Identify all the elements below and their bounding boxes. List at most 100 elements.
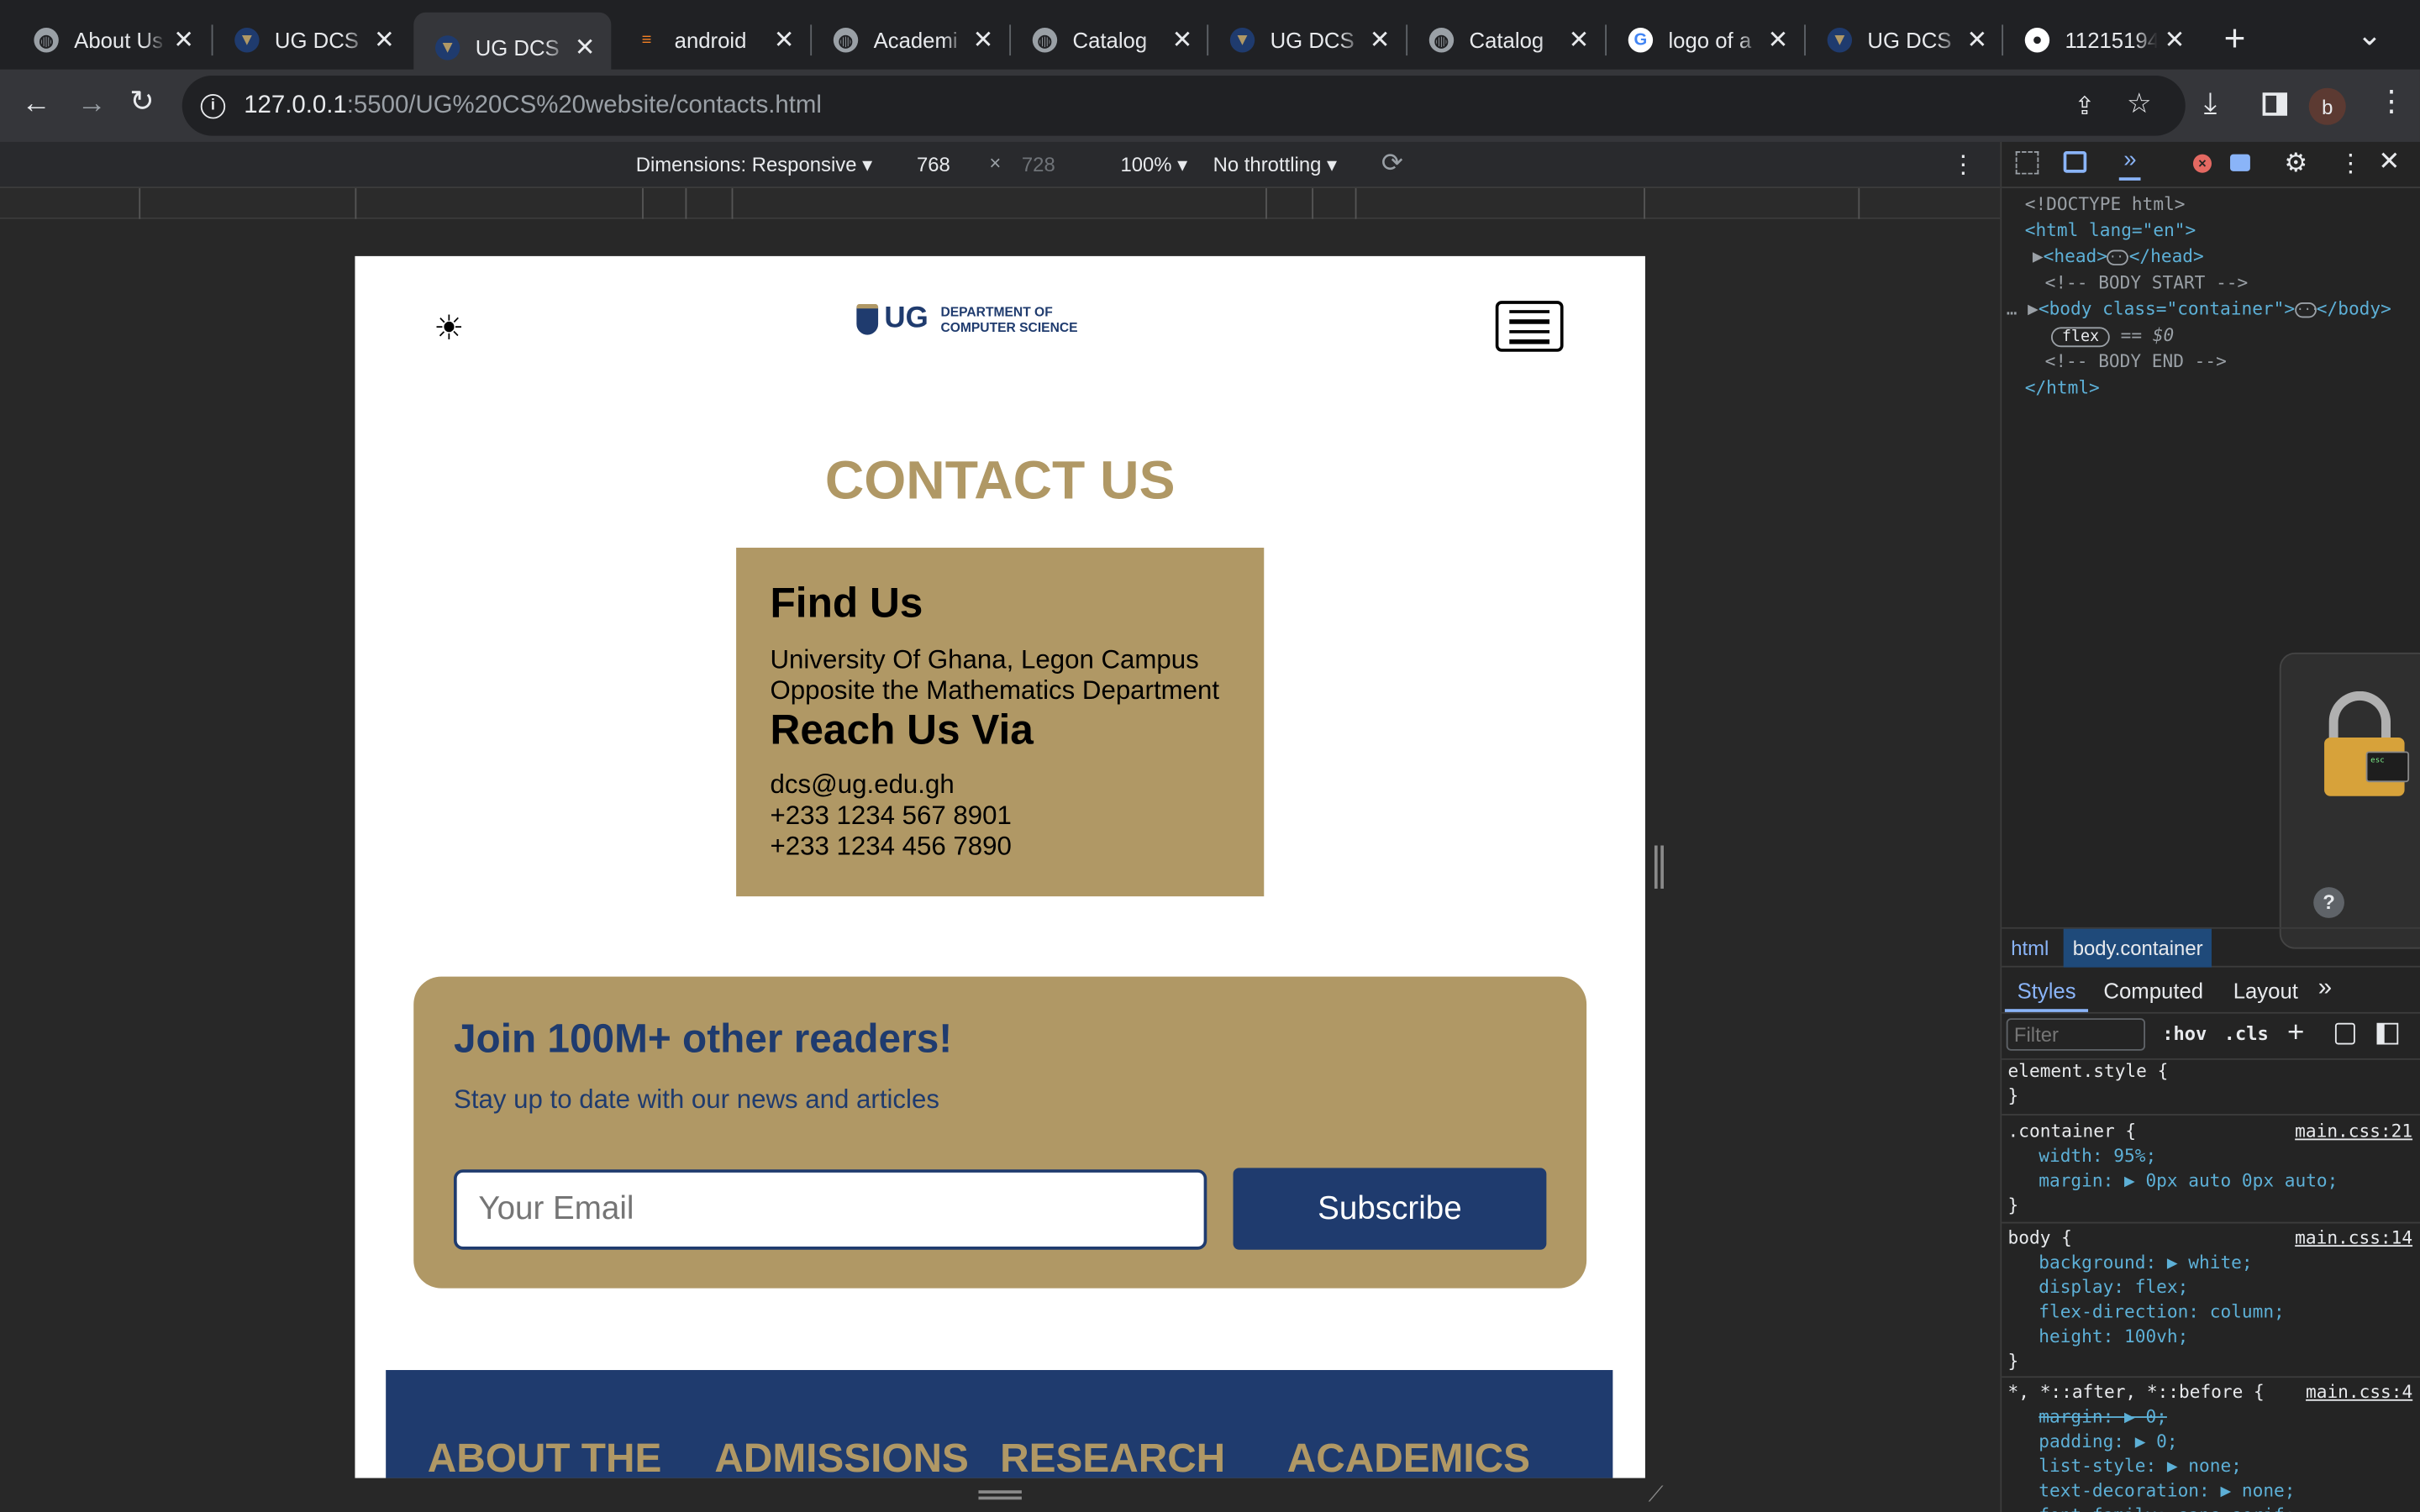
tab-close-icon[interactable]: ✕ [1562, 24, 1596, 55]
decl-body-flex-direction[interactable]: flex-direction: column; [2039, 1300, 2284, 1322]
hov-toggle[interactable]: :hov [2162, 1023, 2207, 1045]
new-rule-icon[interactable]: + [2287, 1016, 2304, 1050]
dom-head-node[interactable]: ▶<head> ···</head> [2033, 245, 2204, 267]
share-icon[interactable]: ⇪ [2075, 91, 2096, 122]
site-info-icon[interactable]: i [200, 93, 226, 118]
bookmark-star-icon[interactable]: ☆ [2127, 88, 2152, 121]
device-toggle-icon[interactable] [2063, 150, 2087, 173]
newsletter-email-input[interactable] [453, 1169, 1207, 1250]
tab-close-icon[interactable]: ✕ [1363, 24, 1397, 55]
contact-phone-2[interactable]: +233 1234 456 7890 [771, 832, 1012, 863]
viewport-resize-handle-bottom[interactable] [978, 1490, 1022, 1500]
decl-universal-font-family[interactable]: font-family: sans-serif; [2039, 1504, 2295, 1512]
theme-toggle-icon[interactable]: ☀ [434, 308, 464, 349]
decl-universal-margin[interactable]: margin: ▶ 0; [2039, 1405, 2167, 1427]
breadcrumb-body[interactable]: body.container [2063, 928, 2212, 968]
side-panel-icon[interactable] [2262, 92, 2287, 116]
browser-tab[interactable]: ◍ About Us ✕ [13, 13, 210, 68]
viewport-resize-handle-right[interactable] [1654, 845, 1664, 889]
tab-search-icon[interactable]: ⌄ [2357, 15, 2383, 54]
rule-element-style[interactable]: element.style { [2008, 1060, 2169, 1082]
decl-universal-text-decoration[interactable]: text-decoration: ▶ none; [2039, 1479, 2295, 1501]
tab-close-icon[interactable]: ✕ [166, 24, 200, 55]
dimensions-dropdown[interactable]: Dimensions: Responsive ▾ [636, 153, 872, 177]
address-bar[interactable]: i 127.0.0.1:5500/UG%20CS%20website/conta… [182, 75, 2186, 136]
rule-body-selector[interactable]: body { [2008, 1226, 2072, 1248]
decl-body-display[interactable]: display: flex; [2039, 1276, 2188, 1298]
rule-universal-source[interactable]: main.css:4 [2306, 1381, 2412, 1403]
tab-styles[interactable]: Styles [2004, 968, 2089, 1012]
browser-tab[interactable]: ◍ Catalog ✕ [1407, 13, 1605, 68]
decl-universal-list-style[interactable]: list-style: ▶ none; [2039, 1455, 2242, 1477]
tab-computed[interactable]: Computed [2103, 978, 2203, 1002]
toggle-sidebar-icon[interactable] [2376, 1022, 2399, 1045]
device-more-icon[interactable]: ⋮ [1951, 150, 1975, 181]
menu-dots-icon[interactable]: ⋮ [2377, 88, 2407, 118]
download-icon[interactable]: ⤓ [2204, 90, 2217, 119]
width-input[interactable]: 768 [917, 153, 950, 176]
more-tabs-icon[interactable]: » [2318, 975, 2332, 1003]
height-input[interactable]: 728 [1022, 153, 1055, 176]
profile-avatar[interactable]: b [2308, 87, 2346, 125]
rule-container-selector[interactable]: .container { [2008, 1120, 2137, 1142]
messages-icon[interactable] [2230, 154, 2250, 171]
browser-tab[interactable]: ◍ Academi ✕ [812, 13, 1009, 68]
tab-close-icon[interactable]: ✕ [966, 24, 1000, 55]
throttling-dropdown[interactable]: No throttling ▾ [1213, 153, 1337, 177]
tab-close-icon[interactable]: ✕ [1960, 24, 1994, 55]
subscribe-button[interactable]: Subscribe [1233, 1168, 1547, 1250]
footer-link-academics[interactable]: ACADEMICS [1287, 1435, 1530, 1478]
footer-link-admissions[interactable]: ADMISSIONS [714, 1435, 968, 1478]
dom-body-node[interactable]: … ▶<body class="container"> ···</body> [2007, 297, 2391, 319]
viewport-resize-corner-icon[interactable]: ⟋ [1649, 1481, 1664, 1507]
browser-tab[interactable]: ▼ UG DCS ✕ [1208, 13, 1406, 68]
help-icon[interactable]: ? [2313, 887, 2344, 918]
errors-icon[interactable]: × [2192, 154, 2212, 173]
inspect-element-icon[interactable] [2015, 150, 2039, 175]
dom-html-open[interactable]: <html lang="en"> [2025, 219, 2196, 241]
tab-close-icon[interactable]: ✕ [2158, 24, 2191, 55]
more-panels-icon[interactable]: » [2118, 146, 2142, 181]
cls-toggle[interactable]: .cls [2224, 1023, 2269, 1045]
breadcrumb-html[interactable]: html [2011, 937, 2049, 960]
tab-close-icon[interactable]: ✕ [1761, 24, 1795, 55]
tab-separator [810, 24, 813, 56]
close-devtools-icon[interactable]: ✕ [2378, 146, 2400, 177]
rotate-icon[interactable]: ⟳ [1381, 148, 1403, 179]
tab-layout[interactable]: Layout [2233, 978, 2298, 1002]
browser-tab[interactable]: ▼ UG DCS ✕ [213, 13, 410, 68]
back-icon[interactable]: ← [22, 90, 51, 119]
decl-container-width[interactable]: width: 95%; [2039, 1145, 2156, 1167]
browser-tab[interactable]: Glogo of a ✕ [1607, 13, 1804, 68]
browser-tab[interactable]: ● 11215194 ✕ [2003, 13, 2201, 68]
browser-tab[interactable]: ≡ android ✕ [613, 13, 810, 68]
decl-container-margin[interactable]: margin: ▶ 0px auto 0px auto; [2039, 1169, 2338, 1191]
browser-tab[interactable]: ◍ Catalog ✕ [1011, 13, 1208, 68]
footer-link-about[interactable]: ABOUT THE [428, 1435, 662, 1478]
flex-badge[interactable]: flex [2050, 327, 2110, 348]
rule-universal-selector[interactable]: *, *::after, *::before { [2008, 1381, 2265, 1403]
forward-icon[interactable]: → [77, 90, 107, 119]
settings-gear-icon[interactable]: ⚙ [2284, 148, 2307, 179]
tab-close-icon[interactable]: ✕ [767, 24, 801, 55]
decl-universal-padding[interactable]: padding: ▶ 0; [2039, 1431, 2177, 1452]
rule-body-source[interactable]: main.css:14 [2295, 1226, 2412, 1248]
zoom-dropdown[interactable]: 100% ▾ [1120, 153, 1187, 177]
tab-close-icon[interactable]: ✕ [568, 32, 602, 63]
decl-body-height[interactable]: height: 100vh; [2039, 1326, 2188, 1347]
decl-body-background[interactable]: background: ▶ white; [2039, 1252, 2252, 1273]
new-tab-icon[interactable]: + [2224, 18, 2246, 61]
reload-icon[interactable]: ↻ [129, 88, 154, 118]
contact-email[interactable]: dcs@ug.edu.gh [771, 770, 1012, 801]
paint-brush-icon[interactable] [2334, 1022, 2355, 1045]
devtools-menu-icon[interactable]: ⋮ [2338, 148, 2363, 179]
rule-container-source[interactable]: main.css:21 [2295, 1120, 2412, 1142]
site-logo[interactable]: UG DEPARTMENT OF COMPUTER SCIENCE [856, 302, 1078, 336]
footer-link-research[interactable]: RESEARCH [1000, 1435, 1225, 1478]
hamburger-menu-icon[interactable] [1495, 301, 1564, 352]
contact-phone-1[interactable]: +233 1234 567 8901 [771, 801, 1012, 832]
browser-tab[interactable]: ▼ UG DCS ✕ [1806, 13, 2003, 68]
tab-close-icon[interactable]: ✕ [367, 24, 401, 55]
tab-close-icon[interactable]: ✕ [1165, 24, 1199, 55]
styles-filter-input[interactable] [2006, 1018, 2146, 1051]
